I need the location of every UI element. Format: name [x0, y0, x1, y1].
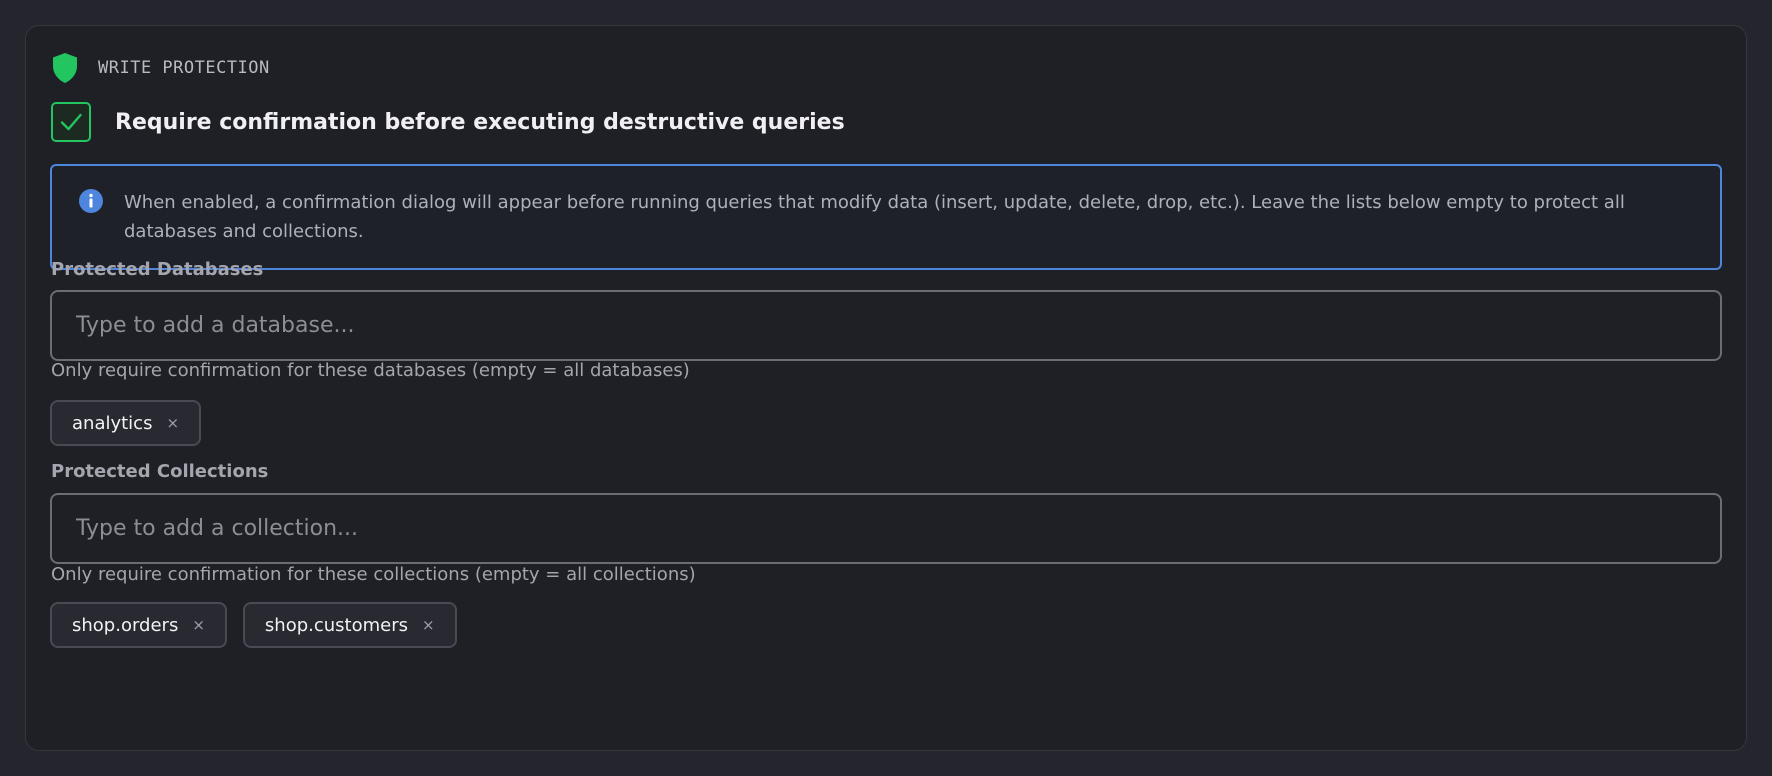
info-callout: When enabled, a confirmation dialog will… [50, 164, 1722, 270]
confirmation-checkbox[interactable] [51, 102, 91, 142]
database-tag: analytics × [50, 400, 202, 446]
database-tags: analytics × [50, 400, 202, 446]
protected-collections-label: Protected Collections [51, 461, 269, 482]
collection-tags: shop.orders × shop.customers × [50, 602, 457, 648]
tag-label: analytics [72, 412, 153, 434]
collection-tag: shop.orders × [50, 602, 227, 648]
remove-tag-button[interactable]: × [192, 616, 205, 634]
checkmark-icon [60, 113, 82, 131]
collection-input[interactable] [50, 493, 1722, 564]
confirmation-label[interactable]: Require confirmation before executing de… [115, 110, 845, 135]
section-header: WRITE PROTECTION [51, 51, 270, 85]
tag-label: shop.orders [72, 614, 179, 636]
info-text: When enabled, a confirmation dialog will… [124, 192, 1625, 242]
collections-helper-text: Only require confirmation for these coll… [51, 564, 696, 585]
info-icon [79, 189, 103, 213]
protected-databases-label: Protected Databases [51, 259, 264, 280]
confirmation-toggle-row[interactable]: Require confirmation before executing de… [51, 102, 845, 142]
database-input[interactable] [50, 290, 1722, 361]
tag-label: shop.customers [264, 614, 408, 636]
remove-tag-button[interactable]: × [422, 616, 435, 634]
write-protection-panel: WRITE PROTECTION Require confirmation be… [25, 25, 1747, 751]
remove-tag-button[interactable]: × [166, 414, 179, 432]
shield-icon [53, 53, 77, 83]
databases-helper-text: Only require confirmation for these data… [51, 360, 690, 381]
collection-tag: shop.customers × [242, 602, 457, 648]
section-title: WRITE PROTECTION [98, 58, 270, 78]
